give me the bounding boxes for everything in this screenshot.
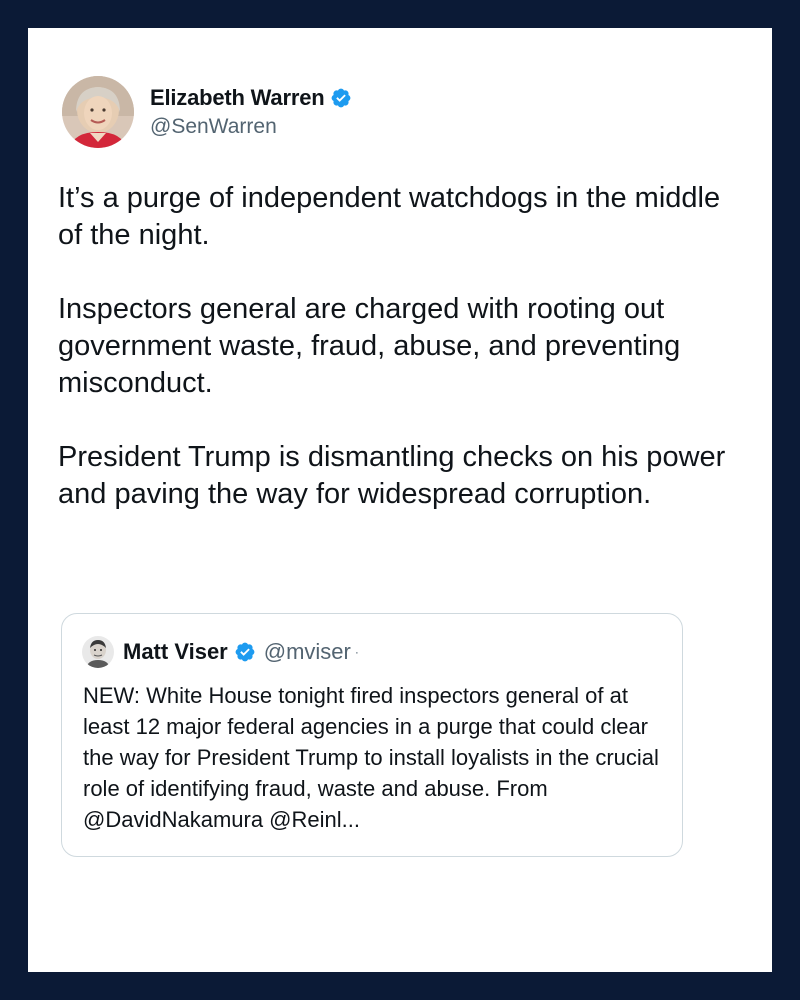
separator-dot: · [354,645,359,659]
quoted-tweet-header: Matt Viser @mviser · [82,636,359,668]
verified-badge-icon [330,87,352,109]
verified-badge-icon [234,641,256,663]
tweet-body: It’s a purge of independent watchdogs in… [58,180,728,513]
quoted-tweet-card[interactable]: Matt Viser @mviser · NEW: White House to… [61,613,683,857]
quoted-author-avatar[interactable] [82,636,114,668]
tweet-paragraph: President Trump is dismantling checks on… [58,441,726,510]
author-handle[interactable]: @SenWarren [150,115,352,139]
author-avatar[interactable] [62,76,134,148]
tweet-header: Elizabeth Warren @SenWarren [62,76,352,148]
quoted-author-handle[interactable]: @mviser [264,639,351,665]
tweet-paragraph: Inspectors general are charged with root… [58,293,681,399]
quoted-tweet-text: NEW: White House tonight fired inspector… [83,683,659,832]
author-name[interactable]: Elizabeth Warren [150,85,325,111]
tweet-paragraph: It’s a purge of independent watchdogs in… [58,182,721,251]
quoted-author-name[interactable]: Matt Viser [123,639,228,665]
